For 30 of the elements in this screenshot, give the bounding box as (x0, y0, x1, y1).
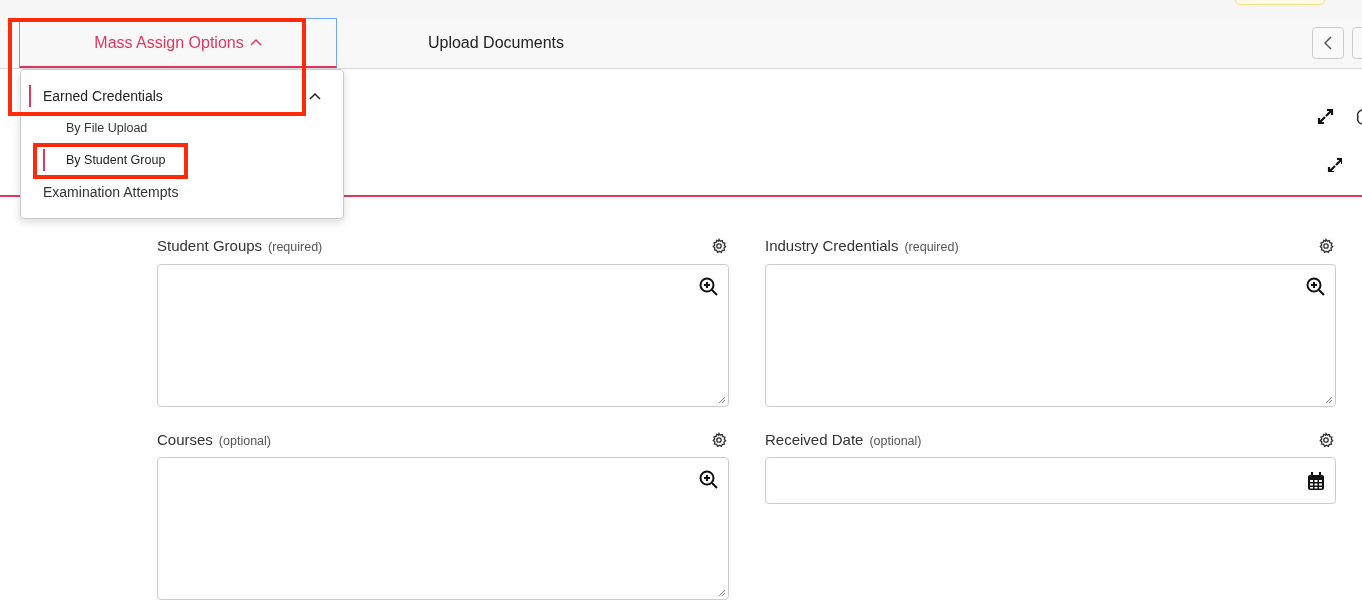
zoom-in-icon[interactable] (1306, 276, 1325, 296)
field-label: Industry Credentials (765, 237, 899, 254)
date-field[interactable] (765, 457, 1336, 504)
menu-subitem[interactable]: By File Upload (21, 112, 343, 144)
resize-grip-icon (1325, 395, 1333, 404)
field-note: (required) (268, 240, 323, 254)
settings-icon[interactable] (1318, 431, 1334, 448)
expand-icon[interactable] (1327, 157, 1342, 172)
resize-grip-icon (718, 395, 726, 404)
field-label: Received Date (765, 430, 864, 448)
field-label: Student Groups (157, 237, 263, 254)
chevron-left-icon (1324, 36, 1332, 50)
field-label: Courses (157, 430, 213, 448)
expand-icon[interactable] (1317, 108, 1334, 125)
field-note: (optional) (218, 433, 271, 448)
field-note: (required) (904, 240, 959, 254)
menu-subitem[interactable]: By Student Group (21, 144, 343, 176)
settings-icon[interactable] (711, 238, 727, 255)
calendar-icon[interactable] (1307, 471, 1325, 490)
resize-grip-icon (718, 589, 726, 597)
field-note: (optional) (869, 433, 922, 448)
tab[interactable]: Mass Assign Options (19, 18, 337, 68)
settings-icon[interactable] (711, 431, 727, 448)
tab[interactable]: Upload Documents (337, 18, 655, 68)
gear-icon[interactable] (1356, 108, 1362, 126)
zoom-in-icon[interactable] (699, 470, 718, 489)
zoom-in-icon[interactable] (699, 276, 718, 296)
menu-item[interactable]: Examination Attempts (21, 176, 343, 208)
settings-icon[interactable] (1318, 238, 1334, 255)
menu-item[interactable]: Earned Credentials (21, 80, 343, 112)
